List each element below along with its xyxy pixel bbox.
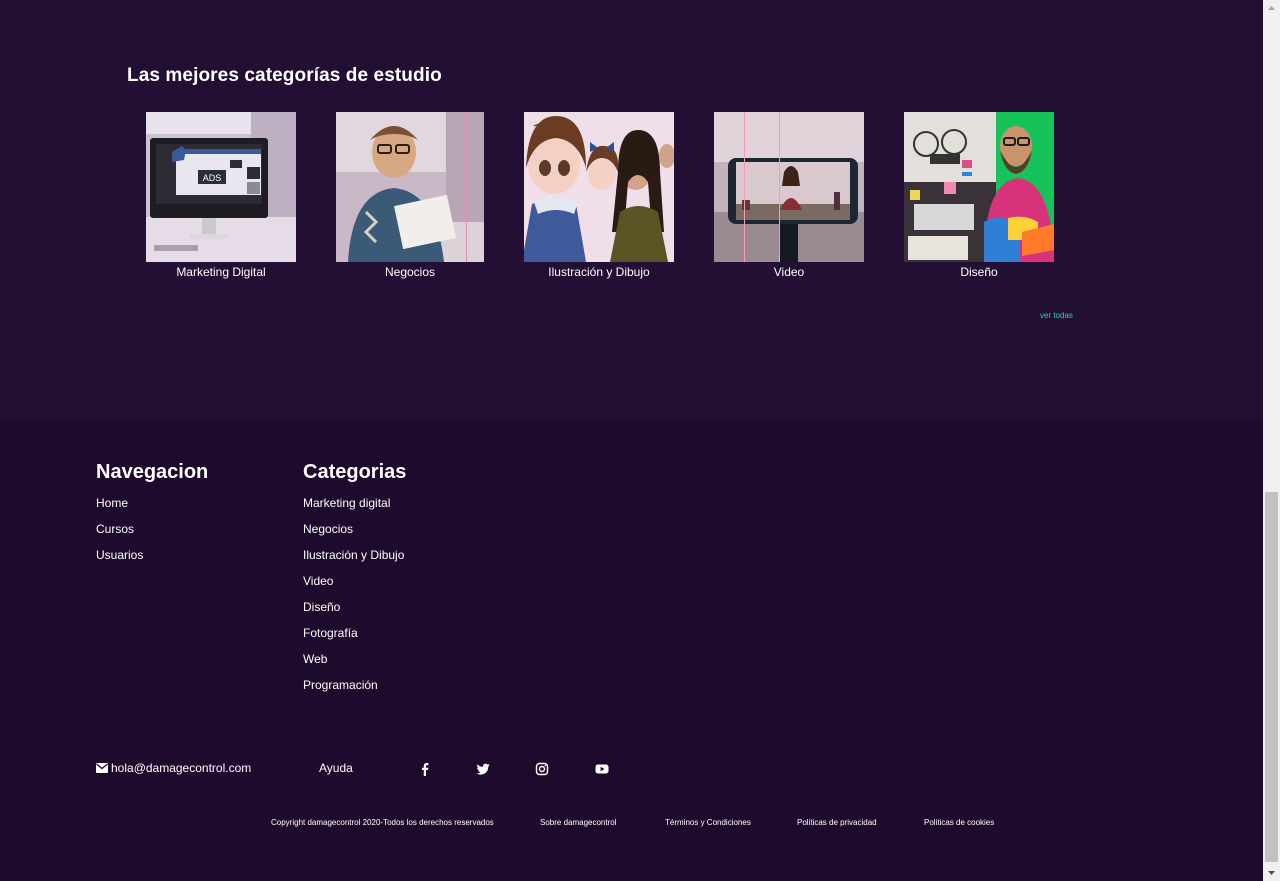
section-title: Las mejores categorías de estudio — [127, 65, 442, 86]
facebook-icon[interactable] — [418, 762, 432, 776]
about-link[interactable]: Sobre damagecontrol — [540, 818, 617, 827]
terms-link[interactable]: Términos y Condiciones — [665, 818, 751, 827]
category-card-marketing-digital[interactable]: ADS Marketing Digital — [146, 112, 296, 279]
category-label: Video — [773, 265, 805, 279]
category-card-negocios[interactable]: Negocios — [336, 112, 484, 279]
help-link[interactable]: Ayuda — [319, 761, 353, 775]
category-card-ilustracion-dibujo[interactable]: Ilustración y Dibujo — [524, 112, 674, 279]
contact-email-link[interactable]: hola@damagecontrol.com — [96, 761, 251, 775]
category-label: Ilustración y Dibujo — [548, 265, 650, 279]
category-card-diseno[interactable]: Diseño — [904, 112, 1054, 279]
twitter-icon[interactable] — [476, 762, 490, 776]
category-label: Marketing Digital — [176, 265, 266, 279]
see-all-categories-link[interactable]: ver todas — [1040, 311, 1073, 320]
category-image-negocios — [336, 112, 484, 262]
category-image-marketing-digital: ADS — [146, 112, 296, 262]
footer-nav-cursos[interactable]: Cursos — [96, 521, 208, 547]
contact-email-text: hola@damagecontrol.com — [111, 761, 252, 775]
page: Las mejores categorías de estudio ADS Ma… — [0, 0, 1263, 881]
footer-category-video[interactable]: Video — [303, 573, 406, 599]
vertical-scrollbar[interactable] — [1263, 0, 1280, 881]
footer-nav-usuarios[interactable]: Usuarios — [96, 547, 208, 573]
footer-categories: Categorias Marketing digital Negocios Il… — [303, 461, 406, 703]
category-label: Diseño — [960, 265, 998, 279]
footer-category-programacion[interactable]: Programación — [303, 677, 406, 703]
privacy-link[interactable]: Politicas de privacidad — [797, 818, 877, 827]
footer-category-diseno[interactable]: Diseño — [303, 599, 406, 625]
category-label: Negocios — [384, 265, 436, 279]
footer-category-marketing-digital[interactable]: Marketing digital — [303, 495, 406, 521]
footer-categories-title: Categorias — [303, 461, 407, 483]
scroll-up-arrow-icon[interactable] — [1263, 0, 1280, 17]
footer-contact-row: hola@damagecontrol.com Ayuda — [96, 761, 696, 777]
footer-legal-row: Copyright damagecontrol 2020-Todos los d… — [0, 818, 1263, 830]
youtube-icon[interactable] — [595, 762, 609, 776]
top-categories-section: Las mejores categorías de estudio ADS Ma… — [0, 0, 1263, 421]
footer-navigation-title: Navegacion — [96, 461, 209, 483]
footer-category-negocios[interactable]: Negocios — [303, 521, 406, 547]
footer-nav-home[interactable]: Home — [96, 495, 208, 521]
footer-navigation: Navegacion Home Cursos Usuarios — [96, 461, 208, 573]
category-card-video[interactable]: Video — [714, 112, 864, 279]
category-image-ilustracion-dibujo — [524, 112, 674, 262]
instagram-icon[interactable] — [535, 762, 549, 776]
footer-category-ilustracion[interactable]: Ilustración y Dibujo — [303, 547, 406, 573]
copyright-text: Copyright damagecontrol 2020-Todos los d… — [271, 818, 494, 827]
envelope-icon — [96, 763, 108, 773]
footer: Navegacion Home Cursos Usuarios Categori… — [0, 421, 1263, 881]
footer-category-web[interactable]: Web — [303, 651, 406, 677]
footer-category-fotografia[interactable]: Fotografía — [303, 625, 406, 651]
scroll-down-arrow-icon[interactable] — [1263, 864, 1280, 881]
category-image-video — [714, 112, 864, 262]
category-image-diseno — [904, 112, 1054, 262]
scrollbar-thumb[interactable] — [1265, 492, 1278, 862]
svg-text:ADS: ADS — [203, 173, 222, 183]
cookies-link[interactable]: Politicas de cookies — [924, 818, 994, 827]
